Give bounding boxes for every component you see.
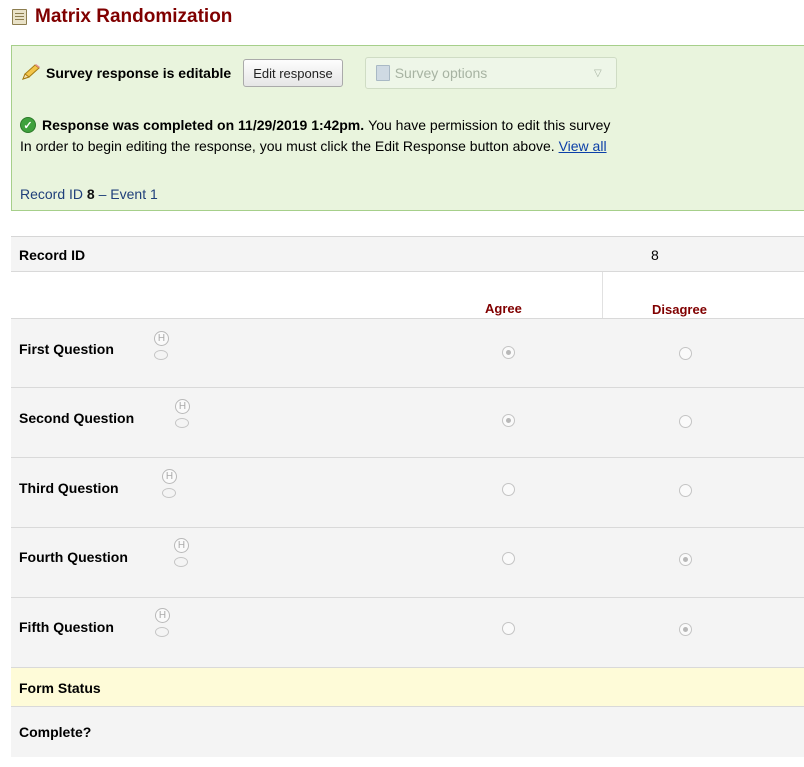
radio-fifth-disagree[interactable] [679, 623, 692, 636]
matrix-header-disagree: Disagree [652, 302, 707, 317]
permission-text: You have permission to edit this survey [368, 117, 611, 133]
chevron-down-icon: ▽ [594, 67, 602, 79]
comment-bubble-icon[interactable] [174, 557, 188, 567]
question-label: Third Question [19, 480, 119, 496]
radio-third-disagree[interactable] [679, 484, 692, 497]
matrix-row-fifth: Fifth Question H [11, 598, 804, 668]
check-circle-icon: ✓ [20, 117, 36, 133]
completion-date-text: Response was completed on 11/29/2019 1:4… [42, 117, 365, 133]
field-help-icons: H [155, 608, 175, 648]
complete-row: Complete? [11, 707, 804, 757]
radio-fifth-agree[interactable] [502, 622, 515, 635]
question-label: Fourth Question [19, 549, 128, 565]
page-title: Matrix Randomization [35, 6, 233, 27]
matrix-header-row: Agree Disagree [11, 272, 804, 319]
event-label: – Event 1 [98, 186, 158, 202]
question-label: Second Question [19, 410, 135, 426]
survey-options-dropdown[interactable]: Survey options ▽ [364, 57, 617, 89]
form-status-header: Form Status [11, 668, 804, 707]
comment-bubble-icon[interactable] [155, 627, 169, 637]
survey-document-icon [375, 65, 390, 81]
radio-first-agree[interactable] [502, 346, 515, 359]
history-icon[interactable]: H [174, 538, 189, 553]
history-icon[interactable]: H [154, 331, 169, 346]
record-id-number: 8 [86, 186, 95, 202]
radio-second-agree[interactable] [502, 414, 515, 427]
form-status-label: Form Status [19, 680, 101, 696]
edit-response-button[interactable]: Edit response [243, 59, 343, 87]
matrix-row-first: First Question H [11, 319, 804, 388]
form-icon [12, 9, 27, 25]
matrix-row-second: Second Question H [11, 388, 804, 458]
record-event-line: Record ID 8 – Event 1 [20, 186, 158, 202]
radio-second-disagree[interactable] [679, 415, 692, 428]
instructions-text: In order to begin editing the response, … [20, 138, 555, 154]
history-icon[interactable]: H [155, 608, 170, 623]
survey-status-box: Survey response is editable Edit respons… [11, 45, 804, 211]
history-icon[interactable]: H [175, 399, 190, 414]
edit-instructions: In order to begin editing the response, … [20, 138, 607, 154]
column-divider [602, 272, 603, 318]
comment-bubble-icon[interactable] [175, 418, 189, 428]
field-help-icons: H [175, 399, 195, 439]
matrix-header-agree: Agree [485, 301, 522, 316]
completion-message: ✓ Response was completed on 11/29/2019 1… [20, 117, 610, 133]
radio-fourth-disagree[interactable] [679, 553, 692, 566]
field-help-icons: H [154, 331, 174, 371]
editable-status-text: Survey response is editable [46, 65, 232, 81]
record-id-value: 8 [651, 247, 659, 263]
radio-third-agree[interactable] [502, 483, 515, 496]
view-all-link[interactable]: View all [559, 138, 607, 154]
matrix-row-third: Third Question H [11, 458, 804, 528]
data-entry-form: Record ID 8 Agree Disagree First Questio… [11, 236, 804, 757]
radio-first-disagree[interactable] [679, 347, 692, 360]
field-help-icons: H [162, 469, 182, 509]
record-id-prefix: Record ID [20, 186, 84, 202]
radio-fourth-agree[interactable] [502, 552, 515, 565]
page-header: Matrix Randomization [12, 4, 232, 30]
pencil-icon [20, 64, 42, 82]
history-icon[interactable]: H [162, 469, 177, 484]
record-id-row: Record ID 8 [11, 237, 804, 272]
field-help-icons: H [174, 538, 194, 578]
matrix-row-fourth: Fourth Question H [11, 528, 804, 598]
survey-options-label: Survey options [394, 65, 488, 81]
record-id-label: Record ID [19, 247, 86, 263]
survey-edit-row: Survey response is editable Edit respons… [20, 57, 617, 89]
question-label: Fifth Question [19, 619, 114, 635]
comment-bubble-icon[interactable] [154, 350, 168, 360]
comment-bubble-icon[interactable] [162, 488, 176, 498]
complete-label: Complete? [19, 724, 92, 740]
question-label: First Question [19, 341, 114, 357]
